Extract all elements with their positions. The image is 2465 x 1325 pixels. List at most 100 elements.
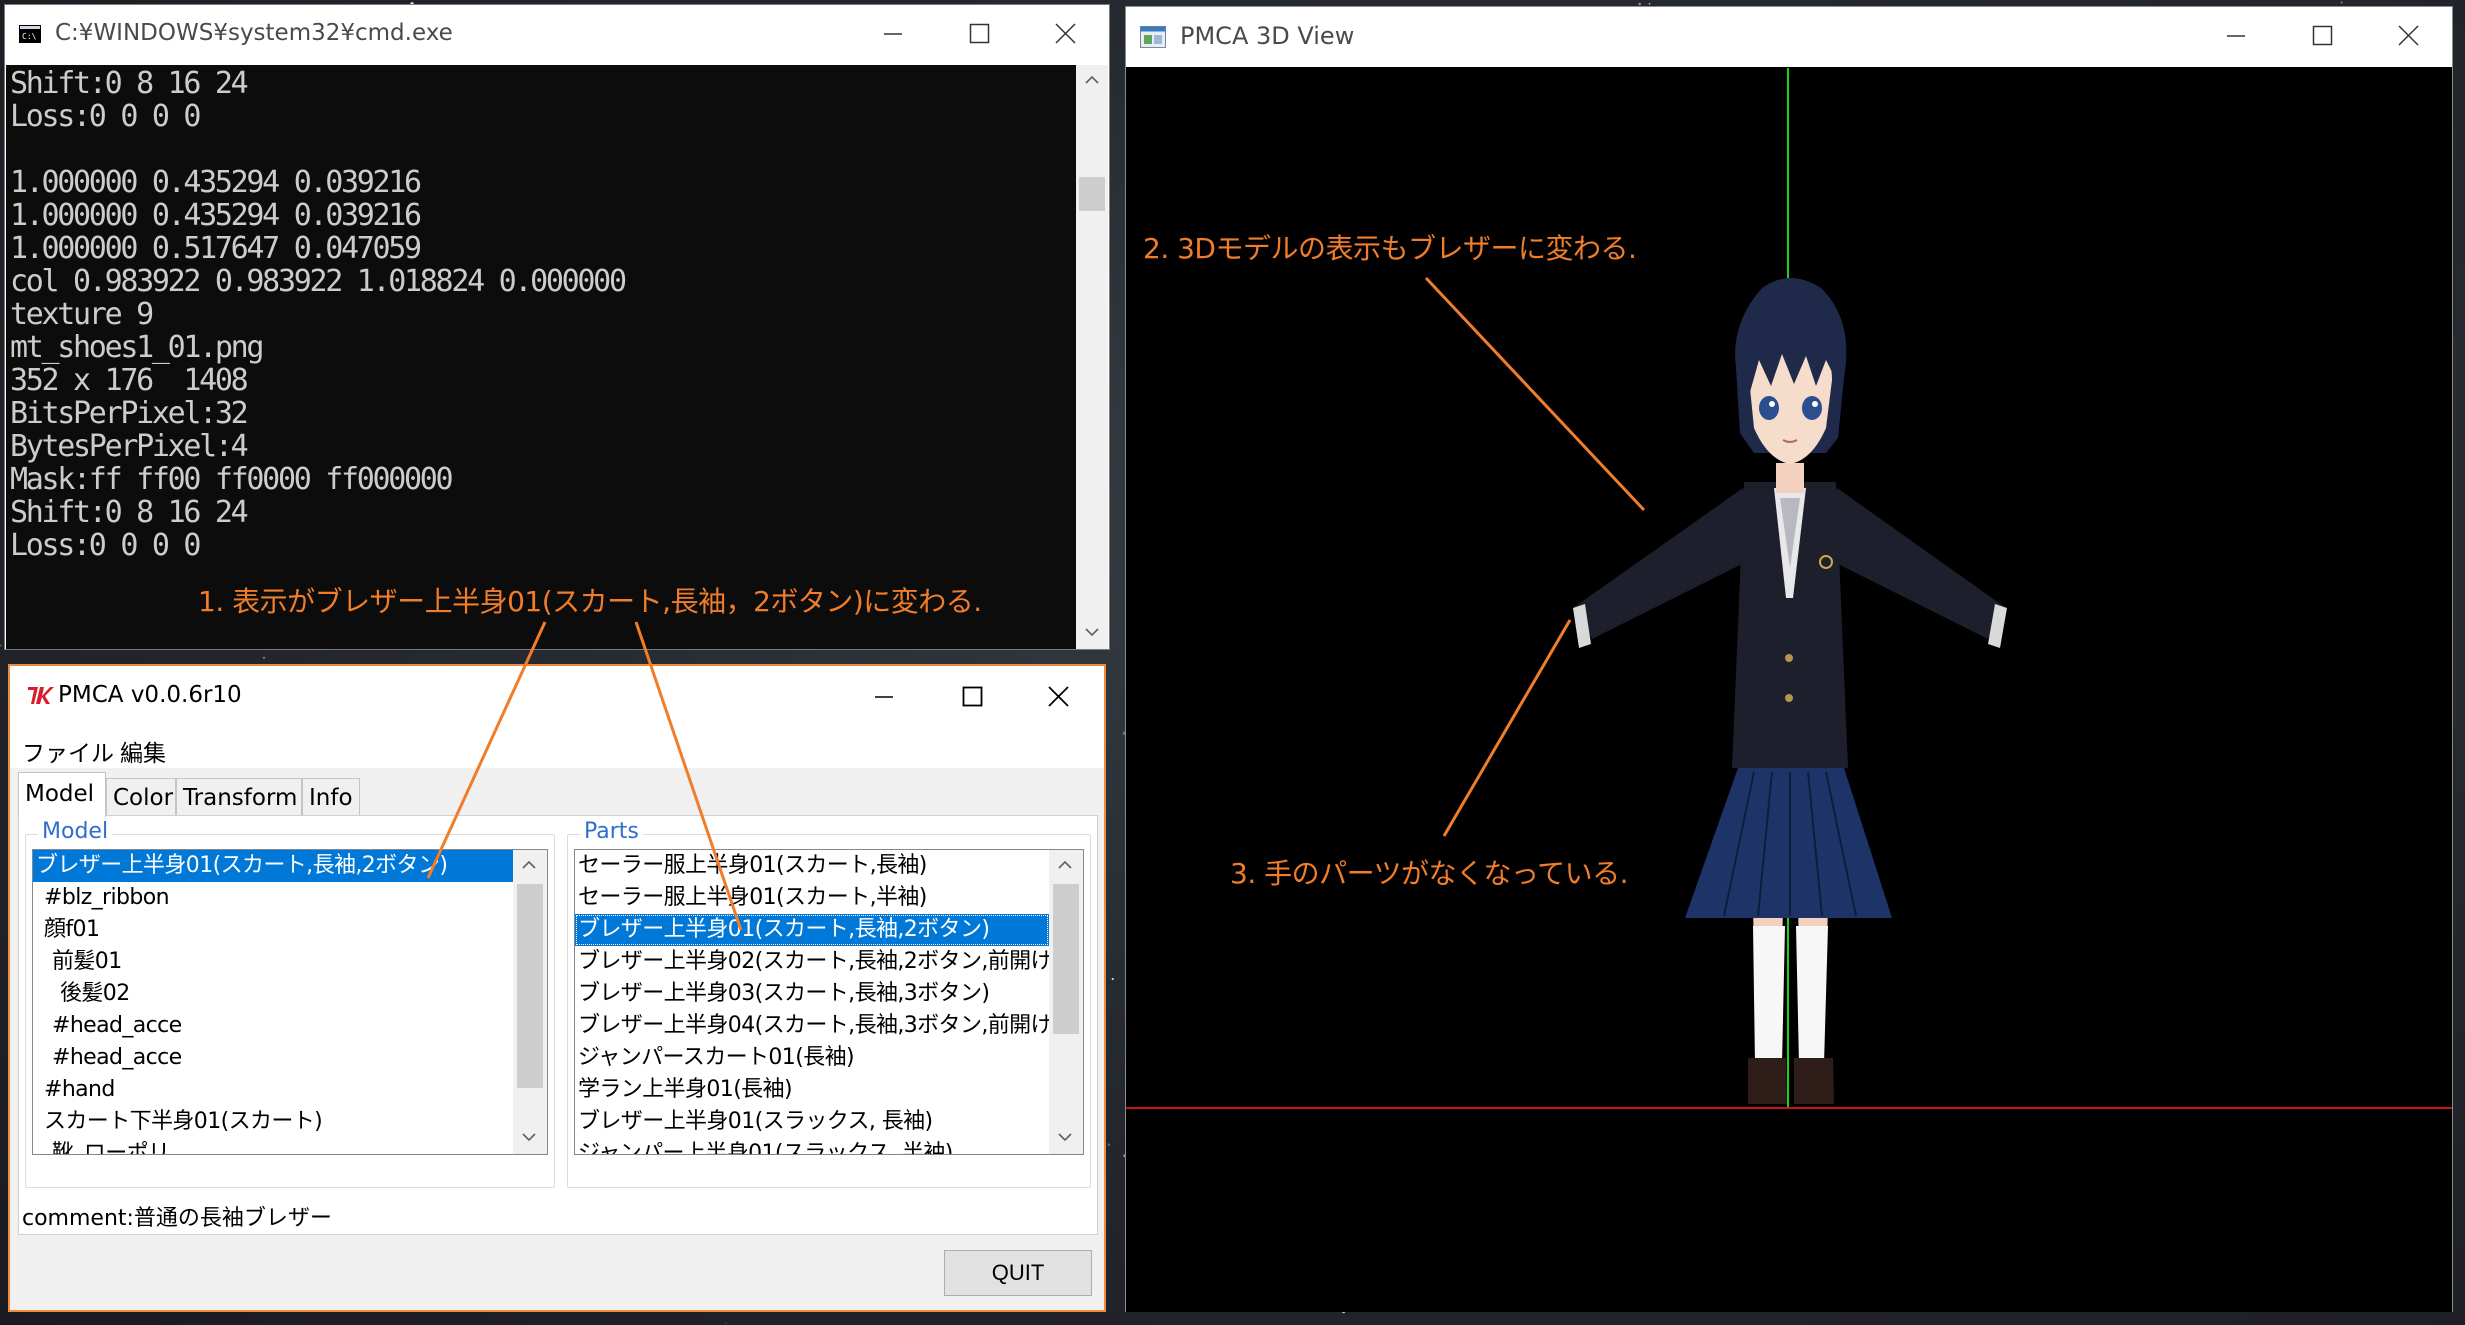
- minimize-button[interactable]: [842, 668, 928, 726]
- star: [1107, 1143, 1111, 1146]
- console-output[interactable]: Shift:0 8 16 24 Loss:0 0 0 0 1.000000 0.43…: [6, 65, 1078, 649]
- cmd-titlebar[interactable]: C:\ C:¥WINDOWS¥system32¥cmd.exe: [5, 5, 1109, 63]
- annotation-3: 3. 手のパーツがなくなっている.: [1230, 857, 1629, 890]
- console-line: texture 9: [10, 297, 154, 332]
- maximize-button[interactable]: [937, 5, 1023, 63]
- quit-button[interactable]: QUIT: [944, 1250, 1092, 1296]
- star: [1648, 2, 1651, 5]
- parts-scrollbar[interactable]: [1049, 850, 1083, 1154]
- star: [2340, 1, 2343, 4]
- model-scrollbar[interactable]: [513, 850, 547, 1154]
- scroll-up-button[interactable]: [1049, 850, 1081, 882]
- character-model: [1573, 278, 2007, 1104]
- minimize-button[interactable]: [2194, 7, 2280, 65]
- scroll-down-button[interactable]: [513, 1122, 545, 1154]
- model-listbox[interactable]: ブレザー上半身01(スカート,長袖,2ボタン) #blz_ribbon 顔f01 前髪…: [32, 849, 548, 1155]
- tab-transform[interactable]: Transform: [176, 778, 302, 816]
- cmd-app-icon: C:\: [19, 25, 41, 47]
- console-line: 1.000000 0.517647 0.047059: [10, 231, 422, 266]
- model-list-item[interactable]: #blz_ribbon: [33, 882, 513, 914]
- model-list-item[interactable]: #hand: [33, 1074, 513, 1106]
- model-list-rows: ブレザー上半身01(スカート,長袖,2ボタン) #blz_ribbon 顔f01 前髪…: [33, 850, 513, 1154]
- parts-list-rows: セーラー服上半身01(スカート,長袖) セーラー服上半身01(スカート,半袖) ブレ…: [575, 850, 1049, 1154]
- star: [725, 1322, 727, 1324]
- cmd-title: C:¥WINDOWS¥system32¥cmd.exe: [55, 20, 453, 46]
- console-line: Shift:0 8 16 24: [10, 495, 249, 530]
- view3d-titlebar[interactable]: PMCA 3D View: [1126, 7, 2452, 67]
- pmca-title: PMCA v0.0.6r10: [58, 682, 242, 708]
- star: [1111, 977, 1114, 981]
- console-line: 1.000000 0.435294 0.039216: [10, 198, 422, 233]
- parts-group-label: Parts: [580, 819, 643, 844]
- console-line: BytesPerPixel:4: [10, 429, 249, 464]
- console-line: col 0.983922 0.983922 1.018824 0.000000: [10, 264, 627, 299]
- scroll-thumb[interactable]: [1079, 177, 1105, 211]
- scroll-down-button[interactable]: [1049, 1122, 1081, 1154]
- cmd-window[interactable]: C:\ C:¥WINDOWS¥system32¥cmd.exe Shift:0 …: [4, 4, 1110, 650]
- maximize-button[interactable]: [930, 668, 1016, 726]
- parts-list-item[interactable]: セーラー服上半身01(スカート,長袖): [575, 850, 1049, 882]
- minimize-button[interactable]: [851, 5, 937, 63]
- parts-list-item[interactable]: ブレザー上半身03(スカート,長袖,3ボタン): [575, 978, 1049, 1010]
- parts-list-item[interactable]: ブレザー上半身02(スカート,長袖,2ボタン,前開け): [575, 946, 1049, 978]
- tab-color[interactable]: Color: [106, 778, 176, 816]
- close-button[interactable]: [1016, 668, 1102, 726]
- view3d-app-icon: [1140, 26, 1166, 52]
- menu-edit[interactable]: 編集: [120, 734, 166, 768]
- parts-list-item[interactable]: セーラー服上半身01(スカート,半袖): [575, 882, 1049, 914]
- pmca-logo-icon: [26, 684, 56, 710]
- console-line: Loss:0 0 0 0: [10, 528, 201, 563]
- close-button[interactable]: [1023, 5, 1109, 63]
- parts-list-item[interactable]: ブレザー上半身01(スカート,長袖,2ボタン): [575, 914, 1049, 946]
- menu-file[interactable]: ファイル: [22, 734, 114, 768]
- model-tab-panel: Model ブレザー上半身01(スカート,長袖,2ボタン) #blz_ribbon…: [18, 815, 1098, 1235]
- parts-list-item[interactable]: ブレザー上半身01(スラックス, 長袖): [575, 1106, 1049, 1138]
- annotation-1: 1. 表示がブレザー上半身01(スカート,長袖，2ボタン)に変わる.: [198, 585, 982, 618]
- view3d-window[interactable]: PMCA 3D View: [1125, 6, 2453, 1312]
- model-list-item[interactable]: 靴_ローポリ: [33, 1138, 513, 1154]
- star: [0, 644, 2, 647]
- model-list-item[interactable]: #head_acce: [33, 1042, 513, 1074]
- model-list-item[interactable]: #head_acce: [33, 1010, 513, 1042]
- model-list-item[interactable]: 前髪01: [33, 946, 513, 978]
- comment-text: comment:普通の長袖ブレザー: [22, 1206, 332, 1231]
- scroll-up-button[interactable]: [513, 850, 545, 882]
- parts-list-item[interactable]: ブレザー上半身04(スカート,長袖,3ボタン,前開け): [575, 1010, 1049, 1042]
- console-line: Mask:ff ff00 ff0000 ff000000: [10, 462, 454, 497]
- pmca-window[interactable]: PMCA v0.0.6r10 ファイル 編集 Model Color Trans…: [8, 664, 1106, 1312]
- console-line: mt_shoes1_01.png: [10, 330, 264, 365]
- tab-info[interactable]: Info: [302, 778, 360, 816]
- parts-group: Parts セーラー服上半身01(スカート,長袖) セーラー服上半身01(スカート…: [567, 819, 1091, 1188]
- console-scrollbar[interactable]: [1076, 65, 1108, 649]
- scroll-up-button[interactable]: [1076, 65, 1108, 97]
- pmca-titlebar[interactable]: PMCA v0.0.6r10: [10, 666, 1104, 726]
- scroll-down-button[interactable]: [1076, 617, 1108, 649]
- model-list-item[interactable]: ブレザー上半身01(スカート,長袖,2ボタン): [33, 850, 513, 882]
- parts-list-item[interactable]: ジャンパー上半身01(スラックス, 半袖): [575, 1138, 1049, 1154]
- scroll-thumb[interactable]: [1053, 884, 1079, 1034]
- svg-text:C:\: C:\: [22, 32, 37, 41]
- console-line: BitsPerPixel:32: [10, 396, 249, 431]
- console-line: 1.000000 0.435294 0.039216: [10, 165, 422, 200]
- model-group-label: Model: [38, 819, 113, 844]
- close-button[interactable]: [2366, 7, 2452, 65]
- console-line: Loss:0 0 0 0: [10, 99, 201, 134]
- view3d-title: PMCA 3D View: [1180, 22, 1355, 50]
- star: [1638, 2, 1641, 6]
- console-line: 352 x 176 1408: [10, 363, 249, 398]
- model-list-item[interactable]: 顔f01: [33, 914, 513, 946]
- parts-listbox[interactable]: セーラー服上半身01(スカート,長袖) セーラー服上半身01(スカート,半袖) ブレ…: [574, 849, 1084, 1155]
- menu-bar: ファイル 編集: [10, 726, 1104, 768]
- parts-list-item[interactable]: ジャンパースカート01(長袖): [575, 1042, 1049, 1074]
- console-line: Shift:0 8 16 24: [10, 66, 249, 101]
- model-list-item[interactable]: 後髪02: [33, 978, 513, 1010]
- star: [262, 656, 266, 659]
- parts-list-item[interactable]: 学ラン上半身01(長袖): [575, 1074, 1049, 1106]
- annotation-2: 2. 3Dモデルの表示もブレザーに変わる.: [1143, 232, 1637, 265]
- model-list-item[interactable]: スカート下半身01(スカート): [33, 1106, 513, 1138]
- maximize-button[interactable]: [2280, 7, 2366, 65]
- tab-model[interactable]: Model: [18, 772, 106, 817]
- scroll-thumb[interactable]: [517, 884, 543, 1088]
- model-group: Model ブレザー上半身01(スカート,長袖,2ボタン) #blz_ribbon…: [25, 819, 555, 1188]
